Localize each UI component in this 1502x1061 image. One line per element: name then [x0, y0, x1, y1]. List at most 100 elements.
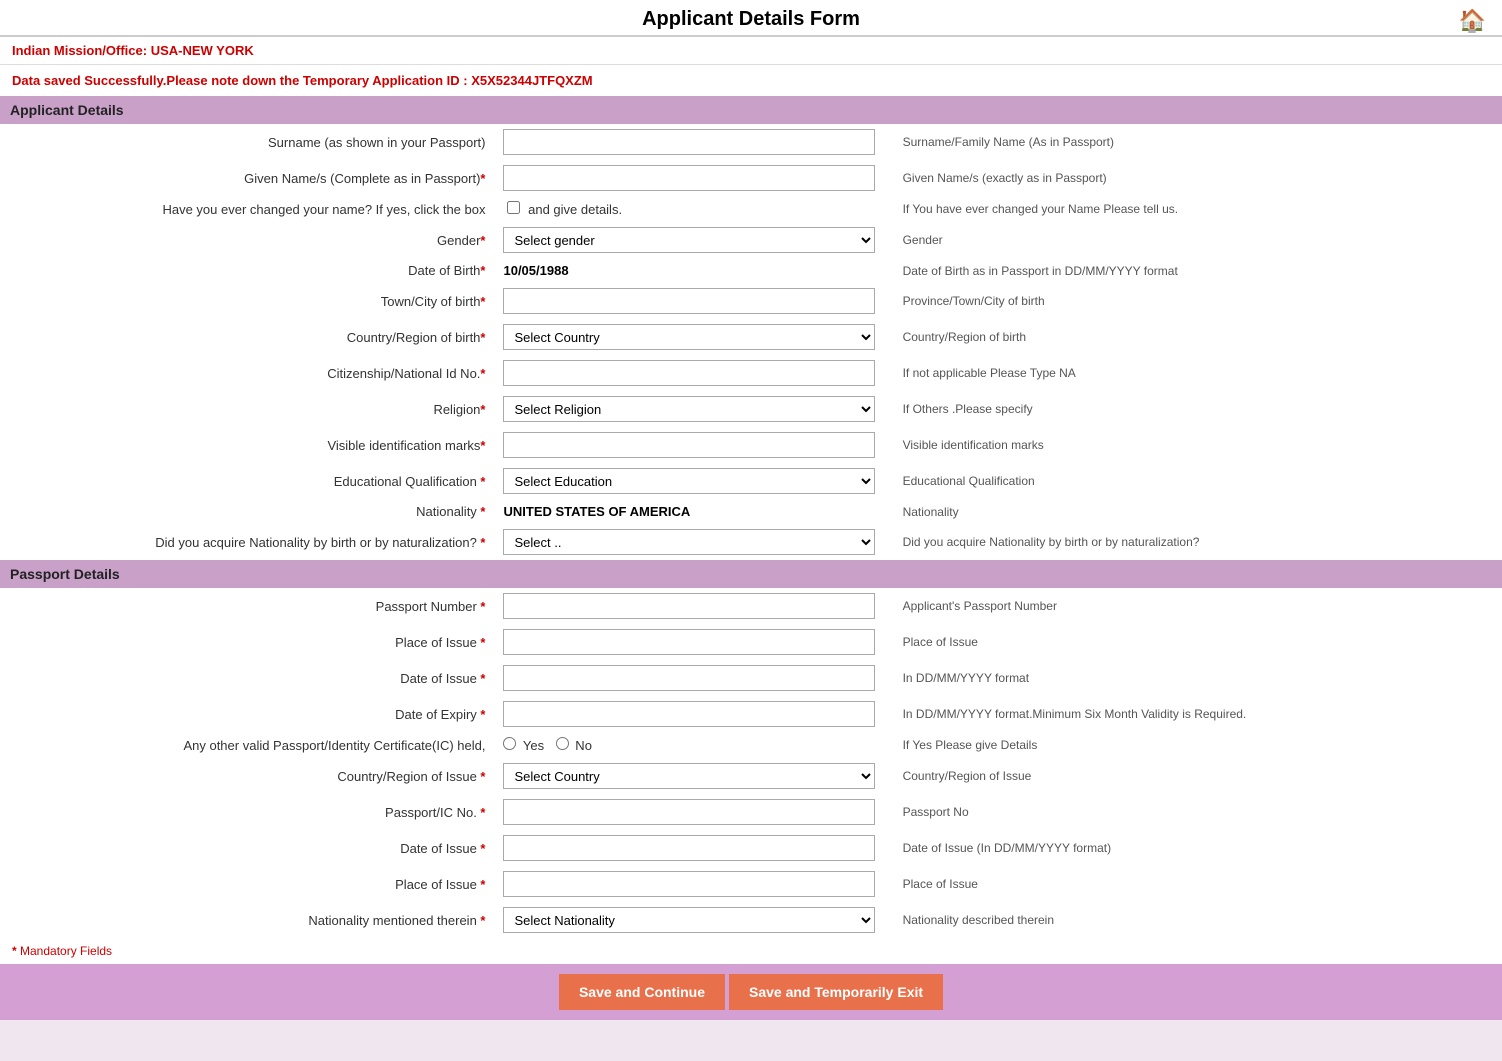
table-row: Passport/IC No. * Passport No [0, 794, 1502, 830]
nationality-cell: UNITED STATES OF AMERICA [495, 499, 882, 524]
passport-ic-no-input[interactable] [503, 799, 874, 825]
table-row: Date of Expiry * In DD/MM/YYYY format.Mi… [0, 696, 1502, 732]
nationality-hint: Nationality [883, 499, 1502, 524]
date-issue-hint: In DD/MM/YYYY format [883, 660, 1502, 696]
country-issue-select[interactable]: Select Country [503, 763, 874, 789]
place-issue2-cell [495, 866, 882, 902]
page-wrapper: Applicant Details Form 🏠 Indian Mission/… [0, 0, 1502, 1020]
education-hint: Educational Qualification [883, 463, 1502, 499]
passport-ic-no-cell [495, 794, 882, 830]
passport-details-table: Passport Number * Applicant's Passport N… [0, 588, 1502, 938]
other-passport-no-radio[interactable] [556, 737, 569, 750]
date-issue2-input[interactable] [503, 835, 874, 861]
table-row: Have you ever changed your name? If yes,… [0, 196, 1502, 222]
citizenship-label: Citizenship/National Id No.* [0, 355, 495, 391]
name-change-hint: If You have ever changed your Name Pleas… [883, 196, 1502, 222]
date-issue-input[interactable] [503, 665, 874, 691]
applicant-details-header: Applicant Details [0, 96, 1502, 124]
footer-buttons: Save and Continue Save and Temporarily E… [0, 964, 1502, 1020]
passport-number-label: Passport Number * [0, 588, 495, 624]
dob-value-cell: 10/05/1988 [495, 258, 882, 283]
table-row: Town/City of birth* Province/Town/City o… [0, 283, 1502, 319]
table-row: Visible identification marks* Visible id… [0, 427, 1502, 463]
nationality-therein-cell: Select Nationality [495, 902, 882, 938]
surname-input[interactable] [503, 129, 874, 155]
success-message: Data saved Successfully.Please note down… [0, 65, 1502, 96]
name-change-label: Have you ever changed your name? If yes,… [0, 196, 495, 222]
table-row: Did you acquire Nationality by birth or … [0, 524, 1502, 560]
place-issue-input[interactable] [503, 629, 874, 655]
surname-label: Surname (as shown in your Passport) [0, 124, 495, 160]
date-issue2-label: Date of Issue * [0, 830, 495, 866]
nationality-therein-label: Nationality mentioned therein * [0, 902, 495, 938]
date-expiry-hint: In DD/MM/YYYY format.Minimum Six Month V… [883, 696, 1502, 732]
mandatory-note: * Mandatory Fields [0, 938, 1502, 964]
town-birth-hint: Province/Town/City of birth [883, 283, 1502, 319]
surname-input-cell [495, 124, 882, 160]
country-birth-hint: Country/Region of birth [883, 319, 1502, 355]
nationality-acquire-cell: Select .. By Birth By Naturalization [495, 524, 882, 560]
other-passport-yes-radio[interactable] [503, 737, 516, 750]
identification-marks-hint: Visible identification marks [883, 427, 1502, 463]
religion-select[interactable]: Select Religion [503, 396, 874, 422]
nationality-acquire-label: Did you acquire Nationality by birth or … [0, 524, 495, 560]
identification-marks-cell [495, 427, 882, 463]
page-title: Applicant Details Form [0, 8, 1502, 31]
citizenship-cell [495, 355, 882, 391]
table-row: Gender* Select gender Male Female Other … [0, 222, 1502, 258]
other-passport-label: Any other valid Passport/Identity Certif… [0, 732, 495, 758]
nationality-label: Nationality * [0, 499, 495, 524]
passport-number-cell [495, 588, 882, 624]
date-issue-cell [495, 660, 882, 696]
mission-bar: Indian Mission/Office: USA-NEW YORK [0, 37, 1502, 65]
nationality-acquire-select[interactable]: Select .. By Birth By Naturalization [503, 529, 874, 555]
place-issue2-input[interactable] [503, 871, 874, 897]
place-issue-hint: Place of Issue [883, 624, 1502, 660]
table-row: Citizenship/National Id No.* If not appl… [0, 355, 1502, 391]
page-header: Applicant Details Form 🏠 [0, 0, 1502, 37]
education-cell: Select Education [495, 463, 882, 499]
table-row: Given Name/s (Complete as in Passport)* … [0, 160, 1502, 196]
table-row: Surname (as shown in your Passport) Surn… [0, 124, 1502, 160]
gender-hint: Gender [883, 222, 1502, 258]
citizenship-hint: If not applicable Please Type NA [883, 355, 1502, 391]
date-issue2-hint: Date of Issue (In DD/MM/YYYY format) [883, 830, 1502, 866]
save-continue-button[interactable]: Save and Continue [559, 974, 725, 1010]
table-row: Educational Qualification * Select Educa… [0, 463, 1502, 499]
nationality-acquire-hint: Did you acquire Nationality by birth or … [883, 524, 1502, 560]
table-row: Country/Region of birth* Select Country … [0, 319, 1502, 355]
citizenship-input[interactable] [503, 360, 874, 386]
country-issue-hint: Country/Region of Issue [883, 758, 1502, 794]
passport-details-header: Passport Details [0, 560, 1502, 588]
education-label: Educational Qualification * [0, 463, 495, 499]
nationality-therein-select[interactable]: Select Nationality [503, 907, 874, 933]
gender-select[interactable]: Select gender Male Female Other [503, 227, 874, 253]
religion-label: Religion* [0, 391, 495, 427]
given-names-input[interactable] [503, 165, 874, 191]
date-expiry-input[interactable] [503, 701, 874, 727]
table-row: Date of Birth* 10/05/1988 Date of Birth … [0, 258, 1502, 283]
education-select[interactable]: Select Education [503, 468, 874, 494]
home-icon[interactable]: 🏠 [1459, 8, 1486, 34]
town-birth-cell [495, 283, 882, 319]
table-row: Nationality mentioned therein * Select N… [0, 902, 1502, 938]
town-birth-input[interactable] [503, 288, 874, 314]
identification-marks-label: Visible identification marks* [0, 427, 495, 463]
other-passport-cell: Yes No [495, 732, 882, 758]
country-birth-label: Country/Region of birth* [0, 319, 495, 355]
town-birth-label: Town/City of birth* [0, 283, 495, 319]
identification-marks-input[interactable] [503, 432, 874, 458]
table-row: Date of Issue * Date of Issue (In DD/MM/… [0, 830, 1502, 866]
passport-number-input[interactable] [503, 593, 874, 619]
table-row: Place of Issue * Place of Issue [0, 866, 1502, 902]
other-passport-yes-label[interactable]: Yes [503, 738, 547, 753]
save-exit-button[interactable]: Save and Temporarily Exit [729, 974, 943, 1010]
passport-ic-no-label: Passport/IC No. * [0, 794, 495, 830]
table-row: Date of Issue * In DD/MM/YYYY format [0, 660, 1502, 696]
nationality-value: UNITED STATES OF AMERICA [503, 504, 690, 519]
other-passport-no-label[interactable]: No [556, 738, 592, 753]
country-birth-cell: Select Country [495, 319, 882, 355]
name-change-checkbox[interactable] [507, 201, 520, 214]
surname-hint: Surname/Family Name (As in Passport) [883, 124, 1502, 160]
country-birth-select[interactable]: Select Country [503, 324, 874, 350]
